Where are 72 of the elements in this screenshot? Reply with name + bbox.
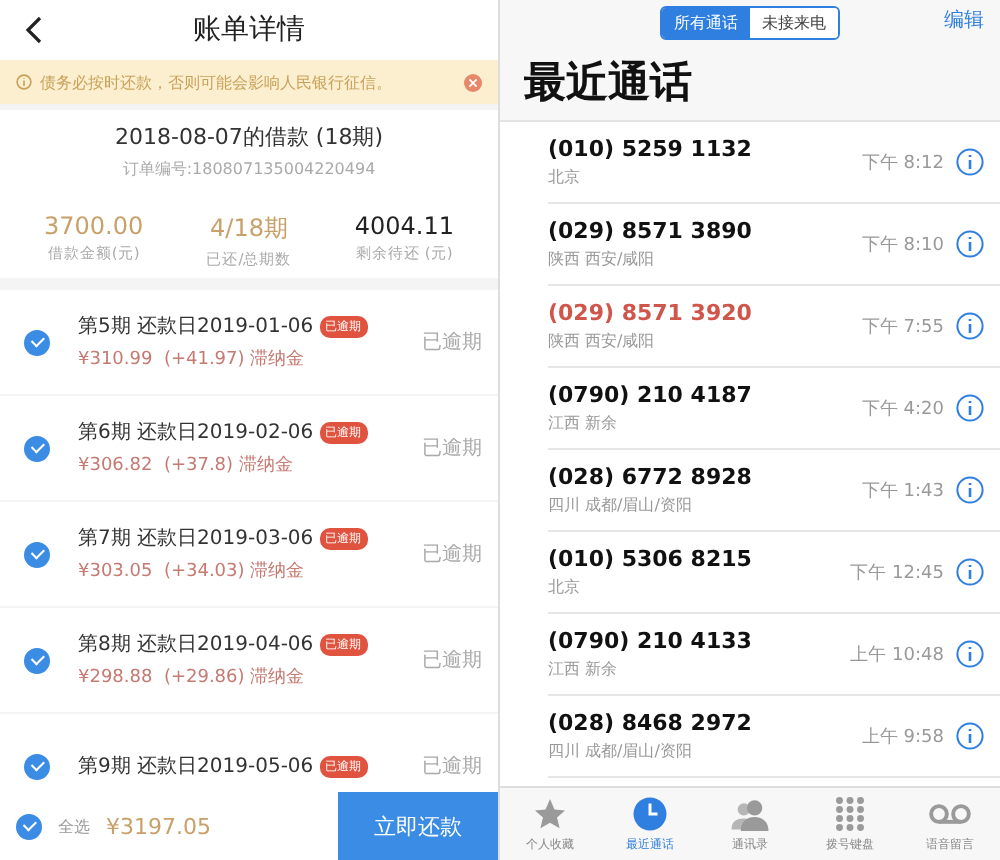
info-icon[interactable] (956, 394, 984, 422)
clock-icon (632, 795, 668, 831)
installment-amount: ¥310.99 (+41.97) 滞纳金 (78, 347, 307, 372)
checkbox[interactable] (24, 647, 50, 673)
segment-tab[interactable]: 未接来电 (750, 7, 838, 37)
call-location: 江西 新余 (548, 658, 620, 680)
select-all-checkbox[interactable] (16, 813, 42, 839)
call-time: 上午 10:48 (850, 643, 944, 667)
call-location: 四川 成都/眉山/资阳 (548, 740, 694, 762)
stat-value: 4004.11 (354, 212, 454, 240)
phone-number[interactable]: (010) 5306 8215 (548, 546, 839, 572)
call-time: 下午 8:12 (861, 151, 944, 175)
select-all-label: 全选 (58, 815, 90, 837)
page-title: 最近通话 (524, 56, 692, 110)
phone-number[interactable]: (010) 5259 1132 (548, 136, 850, 162)
phone-number[interactable]: (028) 6772 8928 (548, 464, 850, 490)
call-time: 下午 12:45 (850, 561, 944, 585)
checkbox[interactable] (24, 435, 50, 461)
checkbox[interactable] (24, 541, 50, 567)
page-title: 账单详情 (193, 12, 305, 48)
call-location: 江西 新余 (548, 412, 620, 434)
installment-status: 已逾期 (422, 753, 482, 780)
stat-value: 3700.00 (44, 212, 144, 240)
installment-title: 第8期 还款日2019-04-06 (78, 631, 314, 658)
installment-status: 已逾期 (422, 541, 482, 568)
people-icon (730, 795, 770, 831)
phone-number[interactable]: (0790) 210 4133 (548, 628, 839, 654)
close-icon[interactable] (464, 73, 482, 91)
installment-amount: ¥306.82 (+37.8) 滞纳金 (78, 453, 295, 478)
info-icon[interactable] (956, 230, 984, 258)
installment-status: 已逾期 (422, 435, 482, 462)
info-icon[interactable] (956, 476, 984, 504)
call-time: 上午 9:58 (861, 725, 944, 749)
phone-number[interactable]: (029) 8571 3890 (548, 218, 850, 244)
installment-title: 第5期 还款日2019-01-06 (78, 313, 314, 340)
call-location: 陕西 西安/咸阳 (548, 248, 657, 270)
call-location: 北京 (548, 166, 582, 188)
stat-value: 4/18期 (210, 212, 288, 246)
call-time: 下午 1:43 (861, 479, 944, 503)
star-icon (532, 795, 568, 831)
notice-text: 债务必按时还款，否则可能会影响人民银行征信。 (40, 71, 394, 93)
keypad-icon (832, 795, 868, 831)
checkbox[interactable] (24, 329, 50, 355)
call-time: 下午 4:20 (861, 397, 944, 421)
info-icon[interactable] (956, 640, 984, 668)
call-time: 下午 7:55 (861, 315, 944, 339)
info-icon[interactable] (956, 312, 984, 340)
installment-title: 第9期 还款日2019-05-06 (78, 753, 314, 780)
installment-status: 已逾期 (422, 647, 482, 674)
installment-status: 已逾期 (422, 329, 482, 356)
installment-title: 第6期 还款日2019-02-06 (78, 419, 314, 446)
info-icon (16, 74, 32, 90)
order-number: 订单编号:180807135004220494 (122, 158, 376, 180)
phone-number[interactable]: (029) 8571 3920 (548, 300, 850, 326)
installment-title: 第7期 还款日2019-03-06 (78, 525, 314, 552)
loan-title: 2018-08-07的借款 (18期) (114, 122, 383, 152)
back-icon[interactable] (24, 16, 42, 44)
info-icon[interactable] (956, 722, 984, 750)
phone-number[interactable]: (0790) 210 4187 (548, 382, 850, 408)
call-location: 北京 (548, 576, 582, 598)
installment-amount: ¥303.05 (+34.03) 滞纳金 (78, 559, 307, 584)
phone-number[interactable]: (028) 8468 2972 (548, 710, 850, 736)
edit-button[interactable]: 编辑 (944, 6, 984, 34)
call-time: 下午 8:10 (861, 233, 944, 257)
call-location: 陕西 西安/咸阳 (548, 330, 657, 352)
installment-amount: ¥298.88 (+29.86) 滞纳金 (78, 665, 307, 690)
total-amount: ¥3197.05 (106, 813, 213, 839)
checkbox[interactable] (24, 753, 50, 779)
call-location: 四川 成都/眉山/资阳 (548, 494, 694, 516)
info-icon[interactable] (956, 558, 984, 586)
info-icon[interactable] (956, 148, 984, 176)
segment-tab[interactable]: 所有通话 (662, 7, 750, 37)
